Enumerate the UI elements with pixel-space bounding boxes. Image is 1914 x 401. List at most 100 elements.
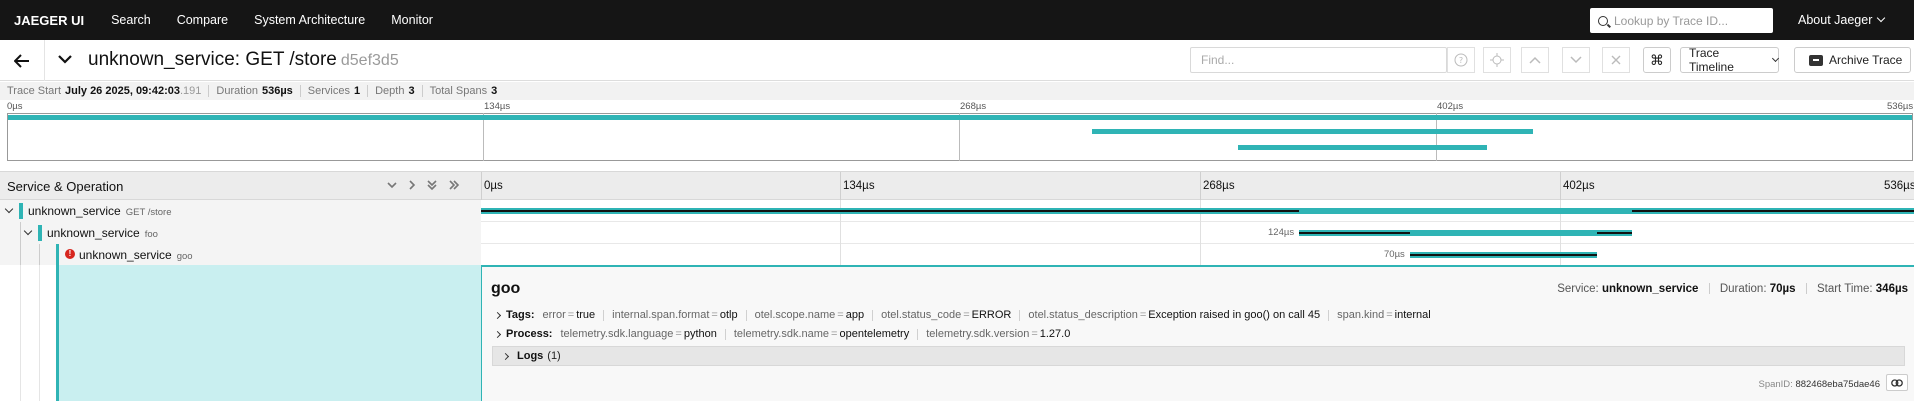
services-value: 1 [353,85,361,97]
process-item: telemetry.sdk.language = python [560,328,733,340]
process-value: opentelemetry [839,328,910,340]
trace-minimap[interactable]: 0µs 134µs 268µs 402µs 536µs [0,100,1914,163]
top-nav: JAEGER UI Search Compare System Architec… [0,0,1914,40]
minimap-tick: 268µs [960,101,987,112]
timeline-gridline [840,222,841,244]
minimap-tick: 0µs [7,101,23,112]
span-operation: GET /store [125,207,172,218]
total-spans-label: Total Spans [429,85,488,97]
span-detail-indent [56,265,481,401]
logs-accordion[interactable]: Logs (1) [492,346,1905,366]
minimap-tick: 536µs [1887,101,1914,112]
timeline-tick: 536µs [1884,180,1914,192]
span-operation: goo [176,251,193,262]
expand-all-icon[interactable] [447,178,461,192]
timeline-gridline [840,172,841,200]
span-detail-section: goo Service: unknown_service Duration: 7… [0,265,1914,401]
tag-value: internal [1394,309,1431,321]
span-duration-label: 124µs [1268,227,1295,238]
critical-path-segment [1410,254,1597,256]
minimap-span-bar [1238,145,1487,150]
critical-path-segment [1597,232,1632,234]
span-id: SpanID: 882468eba75dae46 [1758,379,1880,390]
process-item: telemetry.sdk.version = 1.27.0 [926,328,1071,340]
critical-path-segment [1299,232,1410,234]
process-item: telemetry.sdk.name = opentelemetry [734,328,926,340]
chevron-down-icon[interactable] [23,226,33,236]
tag-key: otel.status_description [1028,309,1138,321]
span-detail-panel: goo Service: unknown_service Duration: 7… [481,265,1914,401]
trace-start-date: July 26 2025, 09:42:03 [65,85,180,97]
logs-count: (1) [547,350,561,362]
process-value: 1.27.0 [1039,328,1071,340]
chevron-down-icon [58,55,72,64]
trace-id-search-input[interactable]: Lookup by Trace ID... [1590,8,1773,33]
expand-one-icon[interactable] [405,178,419,192]
tag-key: otel.status_code [881,309,962,321]
service-label: Service: [1557,283,1599,295]
trace-start-value: July 26 2025, 09:42:03.191 [65,85,201,97]
span-service-name: unknown_service goo [79,248,193,262]
span-name-cell[interactable]: unknown_service foo [0,222,481,244]
tags-row[interactable]: Tags: error = true internal.span.format = ot… [493,309,1431,321]
help-button[interactable]: ? [1447,47,1475,73]
trace-title: unknown_service: GET /store d5ef3d5 [88,49,399,71]
link-icon [1891,378,1903,387]
start-time-value: 346µs [1875,283,1908,295]
chevron-down-icon[interactable] [4,204,14,214]
copy-link-button[interactable] [1886,374,1908,391]
span-name-cell[interactable]: unknown_service GET /store [0,200,481,222]
chevron-down-icon [1877,13,1886,23]
prev-result-button[interactable] [1521,47,1549,73]
nav-compare[interactable]: Compare [164,13,241,27]
find-input[interactable]: Find... [1190,47,1447,73]
span-id-label: SpanID: [1758,379,1793,390]
tag-key: otel.scope.name [754,309,836,321]
span-row[interactable]: ! unknown_service goo 70µs [0,244,1914,266]
process-key: telemetry.sdk.language [560,328,674,340]
minimap-gridline [483,113,484,161]
tag-value: ERROR [971,309,1012,321]
chevron-up-icon [1529,56,1541,64]
collapse-all-icon[interactable] [425,178,439,192]
span-name-cell[interactable]: ! unknown_service goo [0,244,481,266]
nav-system-architecture[interactable]: System Architecture [241,13,378,27]
duration-value: 536µs [261,85,293,97]
trace-start-label: Trace Start [7,85,61,97]
brand-logo[interactable]: JAEGER UI [0,13,98,28]
trace-view-select[interactable]: Trace Timeline [1680,46,1780,74]
minimap-span-bar [8,115,1912,120]
tag-value: true [576,309,596,321]
span-row[interactable]: unknown_service foo 124µs [0,222,1914,244]
process-row[interactable]: Process: telemetry.sdk.language = python t… [493,328,1071,340]
collapse-one-icon[interactable] [385,178,399,192]
minimap-tick: 134µs [484,101,511,112]
span-row[interactable]: unknown_service GET /store [0,200,1914,222]
duration-value: 70µs [1769,283,1796,295]
span-detail-meta: Service: unknown_service Duration: 70µs … [1557,283,1908,295]
timeline-gridline [1200,222,1201,244]
archive-trace-button[interactable]: Archive Trace [1794,47,1911,73]
span-service: unknown_service [79,248,172,262]
trace-id: d5ef3d5 [340,52,399,69]
target-icon [1490,53,1504,67]
tag-item: internal.span.format = otlp [612,309,754,321]
back-button[interactable] [0,40,45,81]
minimap-canvas[interactable] [7,113,1913,161]
collapse-trace-button[interactable] [56,50,74,68]
about-jaeger-menu[interactable]: About Jaeger [1798,13,1886,27]
nav-monitor[interactable]: Monitor [378,13,446,27]
locate-button[interactable] [1483,47,1511,73]
tree-guide-line [39,265,40,401]
critical-path-segment [481,210,1299,212]
clear-search-button[interactable] [1602,47,1630,73]
chevron-right-icon [493,330,502,338]
next-result-button[interactable] [1562,47,1590,73]
timeline-tick: 402µs [1563,180,1595,192]
trace-start-ms: .191 [179,85,202,97]
keyboard-shortcuts-button[interactable]: ⌘ [1643,47,1671,73]
process-label: Process: [506,328,553,340]
timeline-gridline [481,172,482,200]
nav-search[interactable]: Search [98,13,164,27]
duration-label: Duration [216,85,258,97]
